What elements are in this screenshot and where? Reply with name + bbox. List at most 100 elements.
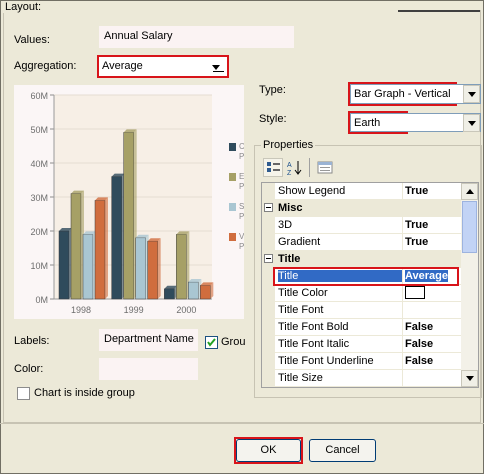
property-value[interactable]: False xyxy=(405,355,433,367)
y-tick-label: 40M xyxy=(30,159,48,169)
type-dropdown-button[interactable] xyxy=(463,85,480,103)
property-name: Misc xyxy=(278,202,303,214)
alphabetical-button[interactable]: AZ xyxy=(285,158,305,177)
group-checkbox[interactable] xyxy=(205,336,218,349)
bar xyxy=(82,234,94,300)
style-dropdown-button[interactable] xyxy=(463,114,480,132)
scroll-thumb[interactable] xyxy=(462,201,477,253)
property-row[interactable]: 3D True xyxy=(262,217,462,234)
row-gutter xyxy=(262,370,275,387)
aggregation-dropdown-button[interactable] xyxy=(209,59,225,75)
column-separator xyxy=(402,336,403,353)
property-value[interactable]: False xyxy=(405,338,433,350)
chart-inside-group-checkbox[interactable] xyxy=(17,387,30,400)
values-field[interactable]: Annual Salary xyxy=(99,26,231,48)
row-gutter xyxy=(262,234,275,251)
chevron-down-icon xyxy=(466,376,474,381)
property-row[interactable]: Title Font Italic False xyxy=(262,336,462,353)
column-separator xyxy=(402,183,403,200)
property-grid-scrollbar[interactable] xyxy=(461,183,478,387)
collapse-icon[interactable] xyxy=(264,254,273,263)
bar xyxy=(176,234,187,300)
bar xyxy=(147,240,158,300)
column-separator xyxy=(402,285,403,302)
bar-chart: 0M10M20M30M40M50M60M1998 1999 2000CPEPSPVP xyxy=(30,91,245,315)
bar xyxy=(188,281,199,300)
property-name: Title Font xyxy=(278,304,324,316)
property-row[interactable]: Gradient True xyxy=(262,234,462,251)
style-value: Earth xyxy=(354,117,381,129)
property-row[interactable]: Title Font Bold False xyxy=(262,319,462,336)
row-gutter xyxy=(262,217,275,234)
toolbar-separator xyxy=(309,158,310,177)
column-separator xyxy=(402,217,403,234)
color-field[interactable] xyxy=(99,358,198,380)
property-pages-button[interactable] xyxy=(315,158,335,177)
legend-label: C xyxy=(239,142,244,151)
aggregation-dropdown[interactable]: Average xyxy=(99,57,227,76)
property-row[interactable]: Title Size xyxy=(262,370,462,387)
y-tick-label: 10M xyxy=(30,261,48,271)
layout-label: Layout: xyxy=(3,1,44,13)
labels-label: Labels: xyxy=(14,335,50,347)
row-gutter xyxy=(262,353,275,370)
bar xyxy=(58,230,70,300)
chevron-up-icon xyxy=(466,189,474,194)
labels-field[interactable]: Department Name xyxy=(99,329,198,351)
svg-text:Z: Z xyxy=(287,170,292,176)
property-row[interactable]: Title Font xyxy=(262,302,462,319)
property-category[interactable]: Misc xyxy=(262,200,462,217)
cancel-button[interactable]: Cancel xyxy=(309,439,376,462)
legend-swatch xyxy=(229,233,236,241)
bar-side xyxy=(157,238,161,299)
column-separator xyxy=(402,319,403,336)
property-name: Title Size xyxy=(278,372,323,384)
property-value[interactable]: False xyxy=(405,321,433,333)
style-dropdown[interactable]: Earth xyxy=(350,113,481,132)
property-name: Title Font Italic xyxy=(278,338,350,350)
svg-text:A: A xyxy=(287,162,292,169)
values-field-extra[interactable] xyxy=(231,26,294,48)
style-label: Style: xyxy=(259,113,287,125)
ok-button[interactable]: OK xyxy=(236,439,301,462)
property-row[interactable]: Show Legend True xyxy=(262,183,462,200)
collapse-icon[interactable] xyxy=(264,203,273,212)
row-gutter xyxy=(262,200,275,217)
property-name: 3D xyxy=(278,219,293,231)
bar xyxy=(200,285,211,300)
sort-az-icon: AZ xyxy=(287,161,302,177)
legend-label: P xyxy=(239,182,244,191)
categorized-icon xyxy=(267,162,280,172)
y-tick-label: 50M xyxy=(30,125,48,135)
property-value[interactable]: True xyxy=(405,236,428,248)
bar xyxy=(70,193,82,300)
row-gutter xyxy=(262,251,275,268)
group-checkbox-label: Grou xyxy=(221,336,246,348)
property-name: Title xyxy=(278,253,301,265)
property-row[interactable]: Title Font Underline False xyxy=(262,353,462,370)
property-value[interactable]: True xyxy=(405,185,428,197)
legend-swatch xyxy=(229,173,236,181)
property-row[interactable]: Title Color xyxy=(262,285,462,302)
aggregation-underline xyxy=(213,71,224,72)
legend-swatch xyxy=(229,143,236,151)
x-tick-label: 2000 xyxy=(176,305,196,315)
scroll-up-button[interactable] xyxy=(461,183,478,200)
categorized-button[interactable] xyxy=(263,158,283,177)
property-name: Show Legend xyxy=(278,185,346,197)
values-label: Values: xyxy=(14,34,50,46)
legend-label: P xyxy=(239,242,244,251)
chevron-down-icon xyxy=(468,92,476,97)
column-separator xyxy=(402,302,403,319)
type-dropdown[interactable]: Bar Graph - Vertical xyxy=(350,84,481,104)
y-tick-label: 20M xyxy=(30,227,48,237)
scroll-down-button[interactable] xyxy=(461,370,478,387)
property-value[interactable]: True xyxy=(405,219,428,231)
color-swatch[interactable] xyxy=(405,286,425,299)
property-name: Title Font Bold xyxy=(278,321,349,333)
row-gutter xyxy=(262,285,275,302)
divider xyxy=(0,423,484,424)
property-category[interactable]: Title xyxy=(262,251,462,268)
checkmark-icon xyxy=(207,338,216,347)
row-gutter xyxy=(262,319,275,336)
